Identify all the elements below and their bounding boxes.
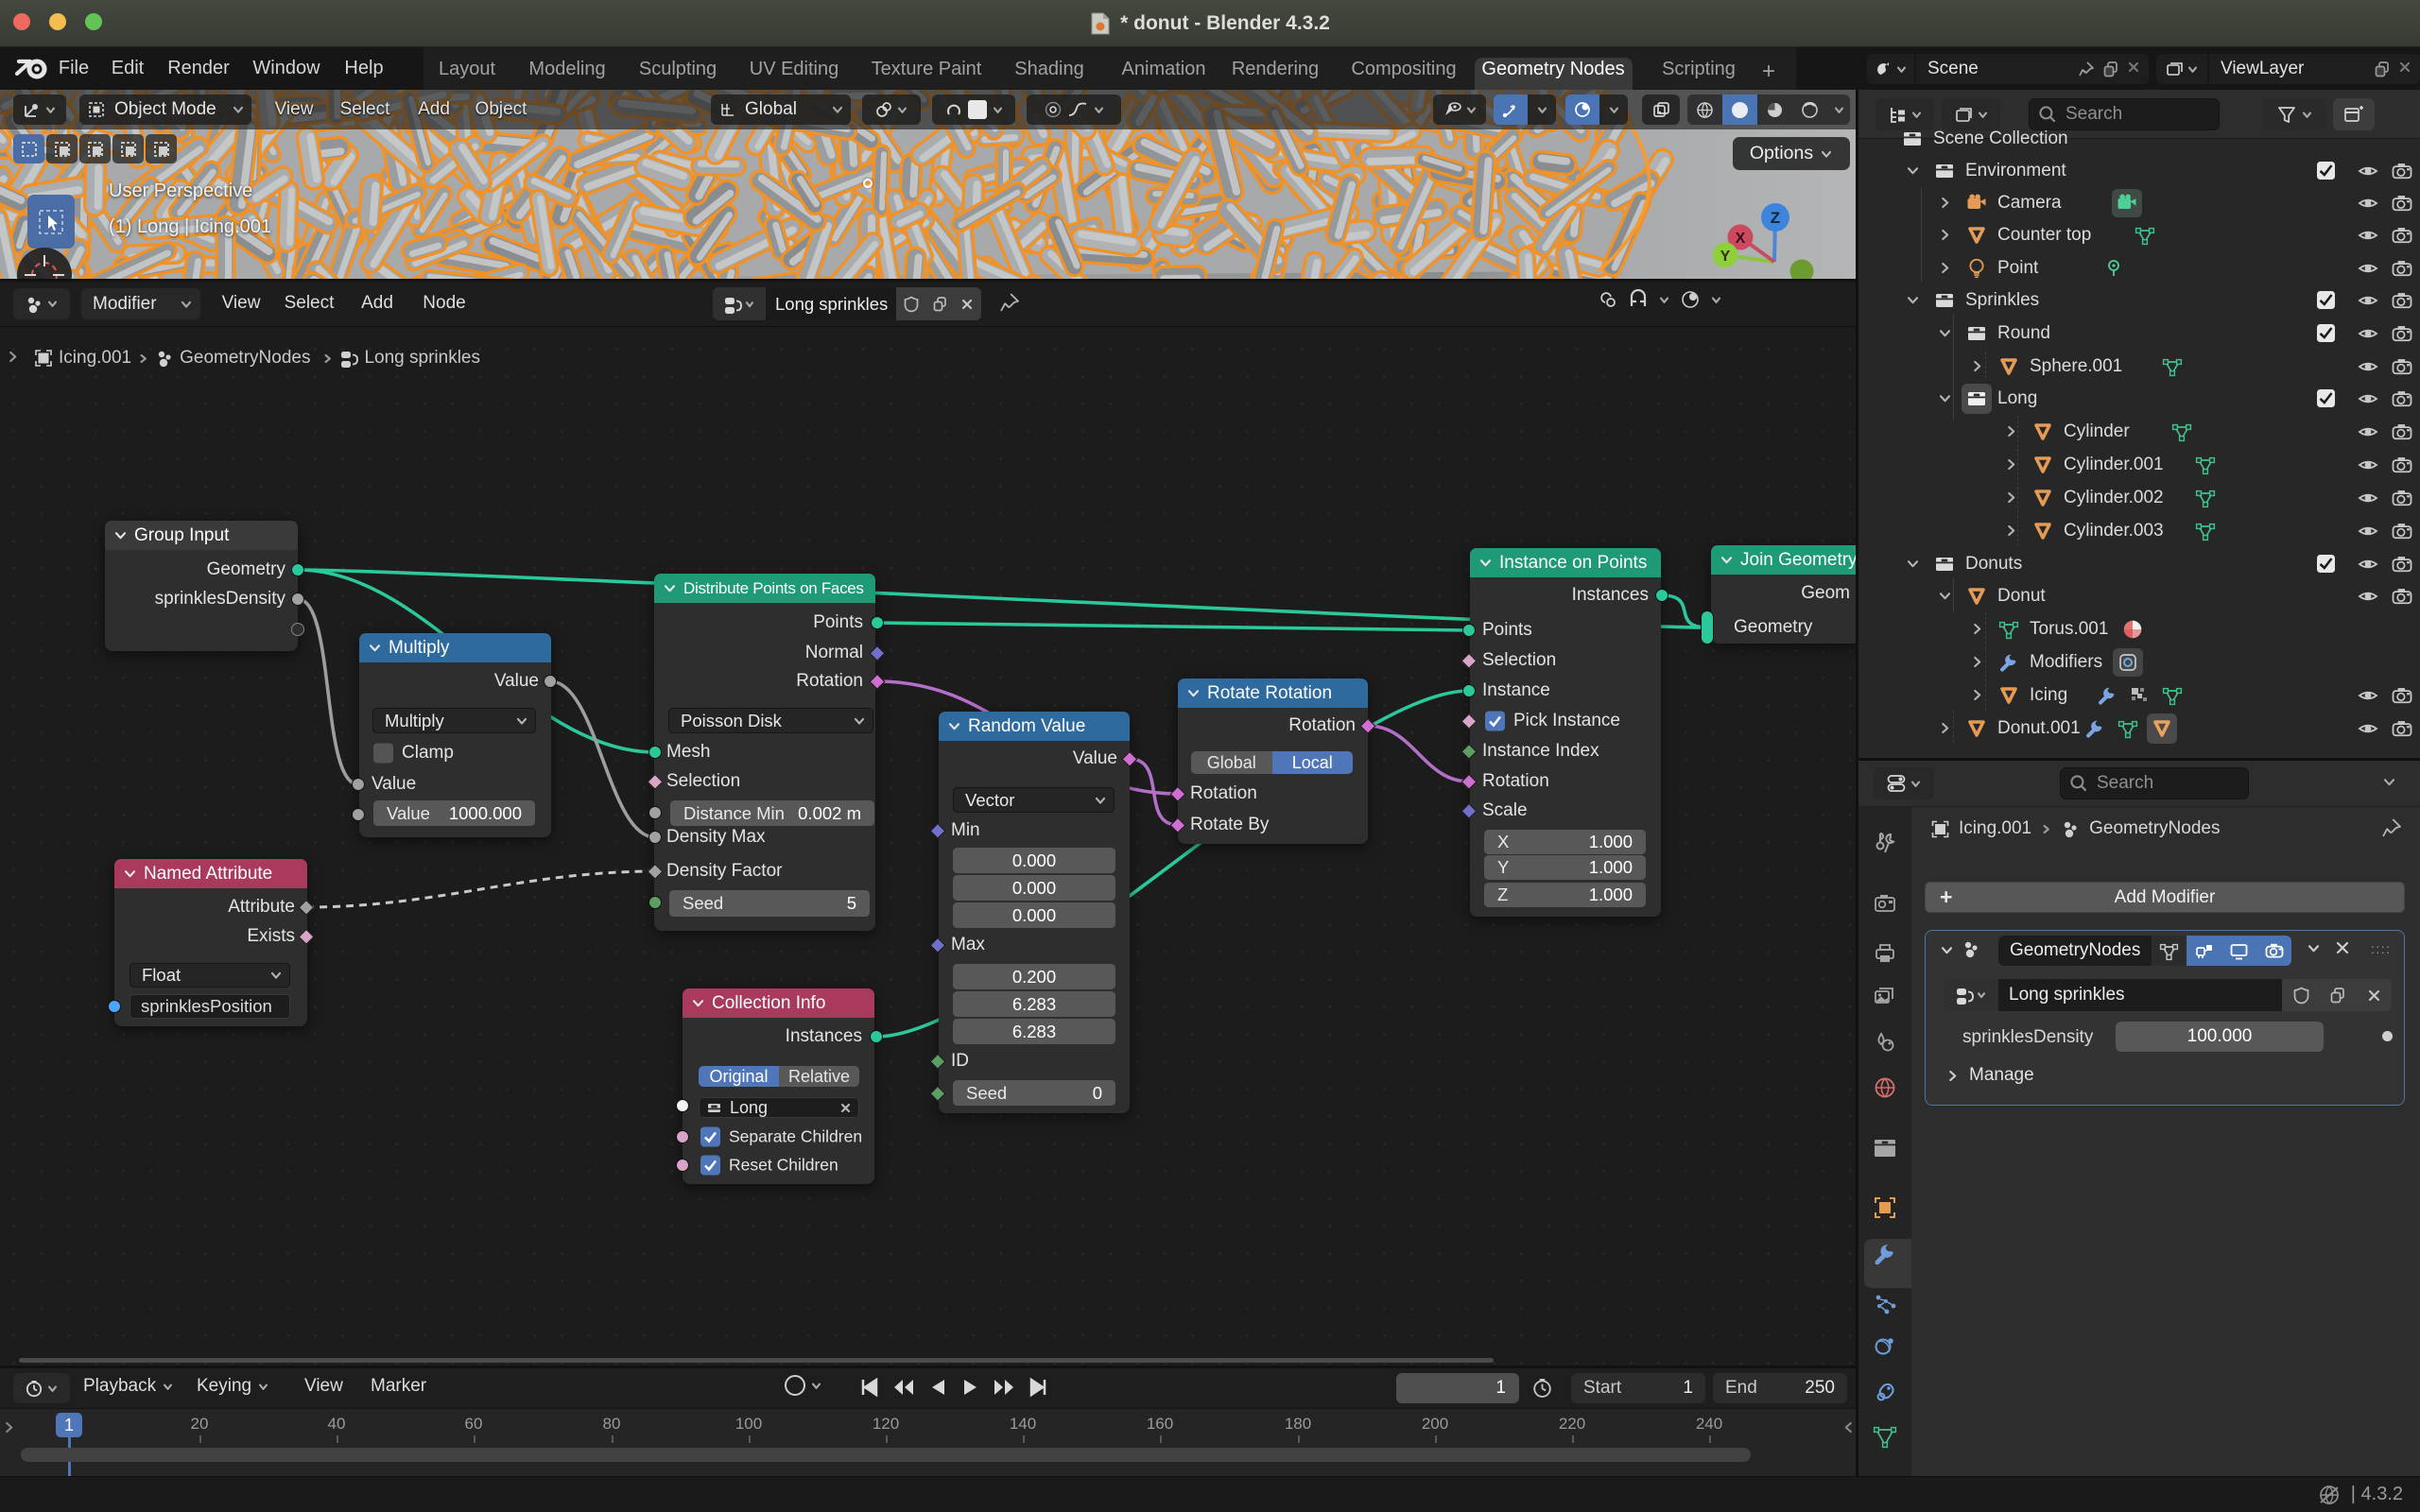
- svg-text:Z: Z: [1771, 209, 1780, 227]
- svg-text:X: X: [1736, 231, 1746, 247]
- svg-text:Y: Y: [1720, 249, 1731, 265]
